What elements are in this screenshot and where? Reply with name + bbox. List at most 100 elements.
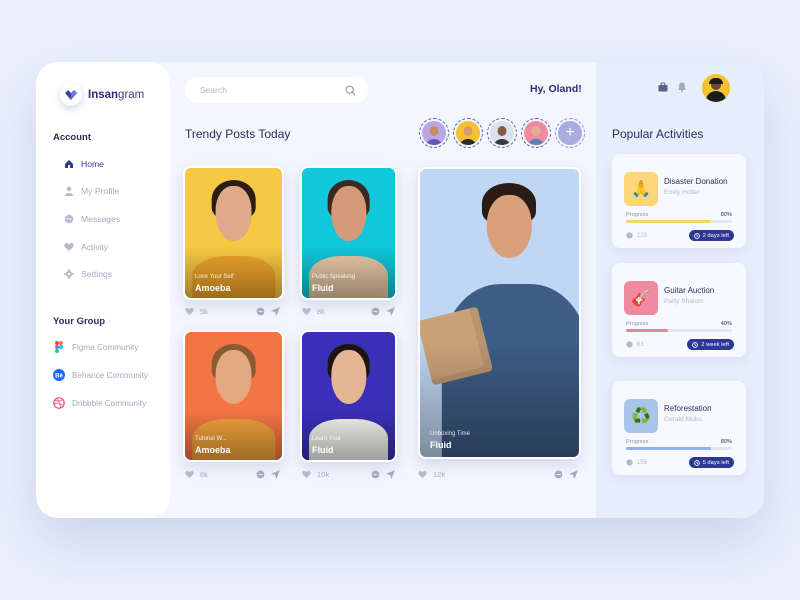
post-caption-title: Amoeba: [195, 283, 231, 293]
activity-card[interactable]: 🙏 Disaster Donation Emily Hofter Progres…: [612, 154, 746, 248]
post-likes[interactable]: 10k: [302, 470, 329, 479]
share-icon[interactable]: [569, 470, 578, 479]
post-likes[interactable]: 6k: [185, 470, 208, 479]
group-item-label: Dribbble Community: [72, 398, 147, 408]
home-icon: [63, 158, 74, 169]
post-card[interactable]: Public Speaking Fluid: [300, 166, 397, 300]
search-icon[interactable]: [345, 84, 356, 96]
header-icons: [658, 82, 696, 92]
group-item-figma[interactable]: Figma Community: [53, 341, 138, 353]
comment-icon: [626, 459, 633, 466]
post-caption-small: Tutorial W...: [195, 436, 227, 442]
post-caption-title: Fluid: [312, 283, 334, 293]
progress-label: Progress: [626, 439, 649, 445]
svg-text:Bē: Bē: [55, 373, 63, 379]
behance-icon: Bē: [53, 369, 65, 381]
sidebar-item-label: My Profile: [81, 185, 120, 196]
progress-bar: [626, 329, 732, 332]
sidebar-item-label: Settings: [81, 268, 113, 279]
sidebar-item-my-profile[interactable]: My Profile: [63, 185, 119, 196]
user-icon: [63, 185, 74, 196]
sidebar: Insangram Account Home My Profile Messag…: [36, 62, 170, 518]
progress-percent: 40%: [720, 321, 732, 327]
sidebar-item-messages[interactable]: Messages: [63, 213, 120, 224]
comment-icon: [626, 232, 633, 239]
post-actions: [548, 470, 578, 479]
story-avatar[interactable]: [521, 118, 551, 148]
comment-icon[interactable]: [371, 470, 380, 479]
story-list: +: [419, 118, 585, 148]
sidebar-item-label: Messages: [81, 213, 121, 224]
greeting: Hy, Oland!: [530, 83, 582, 95]
progress-bar: [626, 220, 732, 223]
add-story-button[interactable]: +: [555, 118, 585, 148]
sidebar-item-activity[interactable]: Activity: [63, 241, 108, 252]
plus-icon: +: [558, 121, 582, 145]
logo[interactable]: Insangram: [60, 84, 144, 106]
heart-icon: [185, 470, 194, 479]
progress-percent: 80%: [720, 439, 732, 445]
progress-bar: [626, 447, 732, 450]
post-caption-small: Love Your Self: [195, 274, 234, 280]
comment-icon: [626, 341, 633, 348]
clock-icon: [693, 459, 700, 466]
post-likes[interactable]: 8k: [302, 307, 325, 316]
story-avatar[interactable]: [453, 118, 483, 148]
clock-icon: [693, 232, 700, 239]
comment-icon[interactable]: [256, 470, 265, 479]
story-avatar[interactable]: [487, 118, 517, 148]
activity-name: Reforestation: [664, 404, 712, 413]
sidebar-item-home[interactable]: Home: [63, 158, 104, 169]
page-title: Trendy Posts Today: [185, 127, 291, 141]
post-caption-title: Fluid: [312, 445, 334, 455]
account-section-title: Account: [53, 132, 91, 143]
post-actions: [250, 470, 280, 479]
sidebar-item-settings[interactable]: Settings: [63, 268, 112, 279]
activity-organizer: Emily Hofter: [664, 189, 700, 196]
story-avatar[interactable]: [419, 118, 449, 148]
bell-icon[interactable]: [677, 82, 687, 92]
progress-label: Progress: [626, 321, 649, 327]
sidebar-item-label: Activity: [81, 241, 109, 252]
group-item-behance[interactable]: Bē Behance Community: [53, 369, 148, 381]
brand-name: Insangram: [88, 89, 145, 101]
progress-percent: 80%: [720, 212, 732, 218]
due-badge: 2 days left: [688, 230, 734, 241]
gear-icon: [63, 268, 74, 279]
activities-title: Popular Activities: [612, 127, 704, 141]
heart-icon: [302, 307, 311, 316]
comment-icon[interactable]: [256, 307, 265, 316]
comment-count: 156: [626, 459, 647, 466]
post-card[interactable]: Tutorial W... Amoeba: [183, 330, 284, 462]
post-card-featured[interactable]: Unboxing Time Fluid: [418, 167, 581, 459]
heart-icon: [185, 307, 194, 316]
post-caption-small: Unboxing Time: [430, 431, 471, 437]
comment-icon[interactable]: [371, 307, 380, 316]
post-actions: [365, 470, 395, 479]
activity-card[interactable]: ♻️ Reforestation Gerald Muko Progress 80…: [612, 381, 746, 475]
share-icon[interactable]: [386, 470, 395, 479]
heart-icon: [418, 470, 427, 479]
post-card[interactable]: Learn Your Fluid: [300, 330, 397, 462]
heart-icon: [63, 241, 74, 252]
avatar[interactable]: [702, 74, 730, 102]
group-item-dribbble[interactable]: Dribbble Community: [53, 397, 146, 409]
share-icon[interactable]: [271, 470, 280, 479]
post-likes[interactable]: 5k: [185, 307, 208, 316]
post-card[interactable]: Love Your Self Amoeba: [183, 166, 284, 300]
share-icon[interactable]: [271, 307, 280, 316]
briefcase-icon[interactable]: [658, 82, 668, 92]
activity-card[interactable]: 🎸 Guitar Auction Party Shalom Progress 4…: [612, 263, 746, 357]
heart-icon: [302, 470, 311, 479]
guitar-icon: 🎸: [624, 281, 658, 315]
praying-hands-icon: 🙏: [624, 172, 658, 206]
activity-name: Guitar Auction: [664, 286, 715, 295]
comment-icon[interactable]: [554, 470, 563, 479]
clock-icon: [692, 341, 699, 348]
recycle-icon: ♻️: [624, 399, 658, 433]
share-icon[interactable]: [386, 307, 395, 316]
post-actions: [365, 307, 395, 316]
post-likes[interactable]: 12k: [418, 470, 445, 479]
comment-count: 63: [626, 341, 644, 348]
search-input[interactable]: Search: [185, 77, 368, 103]
